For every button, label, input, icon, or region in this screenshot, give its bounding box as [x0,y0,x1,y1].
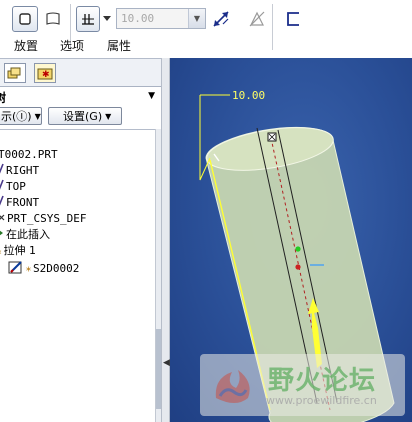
settings-button[interactable]: 设置(G) ▼ [48,107,122,125]
datum-plane-icon [0,195,4,210]
sketch-icon [8,260,24,277]
csys-marker-red [295,264,301,270]
tree-item-label: 在此插入 [6,228,50,241]
remove-material-icon [244,6,270,32]
tree-item-label: TOP [6,179,26,193]
svg-text:✱: ✱ [42,70,50,80]
chevron-down-icon: ▼ [105,111,112,121]
thicken-sketch-icon[interactable] [280,6,306,32]
tree-item-label: 拉伸 1 [3,244,37,257]
tree-item-sketch[interactable]: ⁎ S2D0002 [8,260,79,276]
tree-item-front[interactable]: FRONT [0,194,39,210]
favorites-tab-icon[interactable]: ✱ [34,63,56,83]
panel-splitter[interactable]: ◀ [161,58,170,422]
tree-item-top[interactable]: TOP [0,178,26,194]
properties-tab[interactable]: 属性 [107,37,131,54]
depth-value-combo[interactable]: 10.00 ▼ [116,8,206,29]
model-tree-panel: ✱ 树 ▼ 示(Ⓘ) ▼ 设置(G) ▼ T0002.PRT RIGHT TOP F… [0,58,161,422]
collapse-left-icon[interactable]: ◀ [163,358,170,368]
insert-here-icon [0,227,4,242]
depth-option-icon[interactable] [76,6,100,32]
chevron-down-icon[interactable]: ▼ [188,9,205,28]
navigator-title: 树 [0,91,7,105]
tree-item-insert-here[interactable]: 在此插入 [0,226,50,242]
tree-item-label: RIGHT [6,163,40,177]
csys-icon [0,211,5,226]
placement-icon[interactable] [12,6,38,32]
depth-value: 10.00 [121,12,155,25]
dimension-value[interactable]: 10.00 [232,89,265,102]
tree-item-label: T0002.PRT [0,147,58,161]
watermark-url: www.proewildfire.cn [266,394,377,407]
options-tab[interactable]: 选项 [60,37,84,54]
tree-item-part[interactable]: T0002.PRT [0,146,58,162]
watermark-title: 野火论坛 [268,366,377,396]
collapse-arrow-icon[interactable]: ▼ [148,91,155,101]
flame-logo-icon [215,370,250,403]
chevron-down-icon: ▼ [34,111,41,121]
tree-item-label: S2D0002 [33,261,80,275]
show-button-label: 示(Ⓘ) [1,110,32,123]
tree-item-right[interactable]: RIGHT [0,162,39,178]
show-button[interactable]: 示(Ⓘ) ▼ [0,107,42,125]
tree-item-csys[interactable]: PRT_CSYS_DEF [0,210,86,226]
csys-marker-green [295,246,301,252]
flip-direction-icon[interactable] [208,6,234,32]
toolbar-separator [272,4,273,50]
datum-plane-icon [0,179,4,194]
settings-button-label: 设置(G) [63,110,103,123]
navigator-header: 树 ▼ [0,87,161,107]
tree-item-extrude[interactable]: ⁎ 拉伸 1 [0,242,36,258]
navigator-buttons: 示(Ⓘ) ▼ 设置(G) ▼ [0,107,161,127]
model-tree: T0002.PRT RIGHT TOP FRONT PRT_CSYS_DEF 在… [0,129,155,422]
depth-option-dropdown[interactable] [101,8,113,30]
surface-icon[interactable] [40,6,66,32]
navigator-tabs: ✱ [0,59,161,87]
extrude-icon: ⁎ [0,244,2,257]
placement-tab[interactable]: 放置 [14,37,38,54]
forum-watermark: 野火论坛 www.proewildfire.cn [200,354,405,416]
layer-tree-tab-icon[interactable] [4,63,26,83]
dashboard-toolbar: 10.00 ▼ 放置 选项 属性 [0,0,412,58]
tree-item-label: PRT_CSYS_DEF [7,211,87,225]
tree-item-label: FRONT [6,195,40,209]
extrude-icon: ⁎ [26,262,31,274]
datum-plane-icon [0,163,4,178]
